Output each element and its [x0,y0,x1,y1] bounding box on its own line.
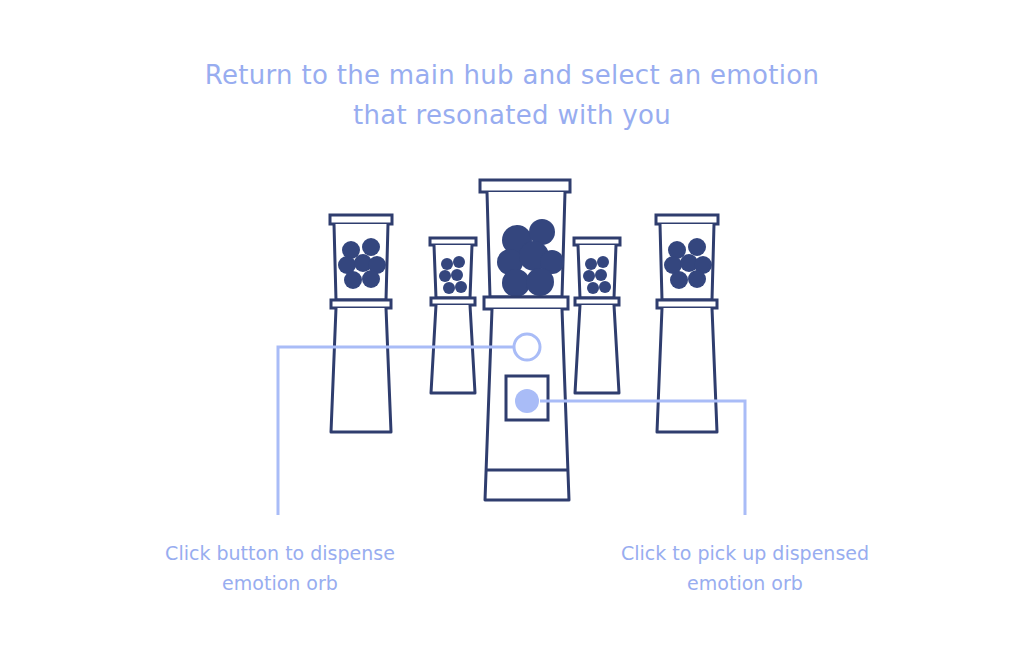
emotion-orb [453,256,465,268]
button-callout-line [278,347,514,515]
dispensed-orb[interactable] [515,389,539,413]
dispenser-cap [330,215,392,224]
callout-line: emotion orb [687,568,803,598]
emotion-orb [587,282,599,294]
callout-labels: Click button to dispenseemotion orbClick… [0,530,1024,598]
callout-label: Click button to dispenseemotion orb [0,538,560,598]
emotion-orb [344,271,362,289]
emotion-orb [688,238,706,256]
instruction-line: that resonated with you [353,95,671,135]
dispenser-collar [331,300,391,308]
callout-label: Click to pick up dispensedemotion orb [560,538,930,598]
emotion-orb [362,238,380,256]
dispenser-collar [484,297,568,309]
dispenser [574,238,620,393]
emotion-orb [670,271,688,289]
callout-line: Click button to dispense [165,538,395,568]
dispenser-jar [334,224,388,300]
emotion-orb [439,270,451,282]
emotion-orb [451,269,463,281]
emotion-orb [585,258,597,270]
emotion-orb [597,256,609,268]
emotion-orb [362,270,380,288]
instruction-line: Return to the main hub and select an emo… [205,55,819,95]
dispenser-jar [434,245,472,298]
emotion-orb [502,269,530,297]
dispenser-body [657,308,717,432]
main-hub-scene [0,140,1024,530]
dispenser-collar [431,298,475,305]
dispenser-collar [575,298,619,305]
emotion-orb [526,268,554,296]
dispenser-body [485,309,569,500]
emotion-orb [443,282,455,294]
dispenser-jar [578,245,616,298]
dispenser-cap [656,215,718,224]
emotion-orb [688,270,706,288]
dispenser-cap [574,238,620,245]
emotion-orb [583,270,595,282]
dispenser-jar [487,192,565,297]
dispense-button[interactable] [514,334,540,360]
instruction: Return to the main hub and select an emo… [0,0,1024,140]
dispenser-collar [657,300,717,308]
emotion-orb [455,281,467,293]
dispenser [430,238,476,393]
emotion-orb [441,258,453,270]
dispenser [656,215,718,432]
dispense-slot [506,376,548,420]
dispenser-cap [480,180,570,192]
dispenser-body [431,305,475,393]
dispenser-body [331,308,391,432]
orb-callout-line [540,401,745,515]
dispenser-body [575,305,619,393]
callout-line: Click to pick up dispensed [621,538,869,568]
main-dispenser [480,180,570,500]
emotion-orb [599,281,611,293]
tutorial-screen: Return to the main hub and select an emo… [0,0,1024,668]
callout-line: emotion orb [222,568,338,598]
dispenser-jar [660,224,714,300]
dispenser-base-line [486,469,568,472]
dispenser-cap [430,238,476,245]
emotion-orb [595,269,607,281]
dispenser [330,215,392,432]
